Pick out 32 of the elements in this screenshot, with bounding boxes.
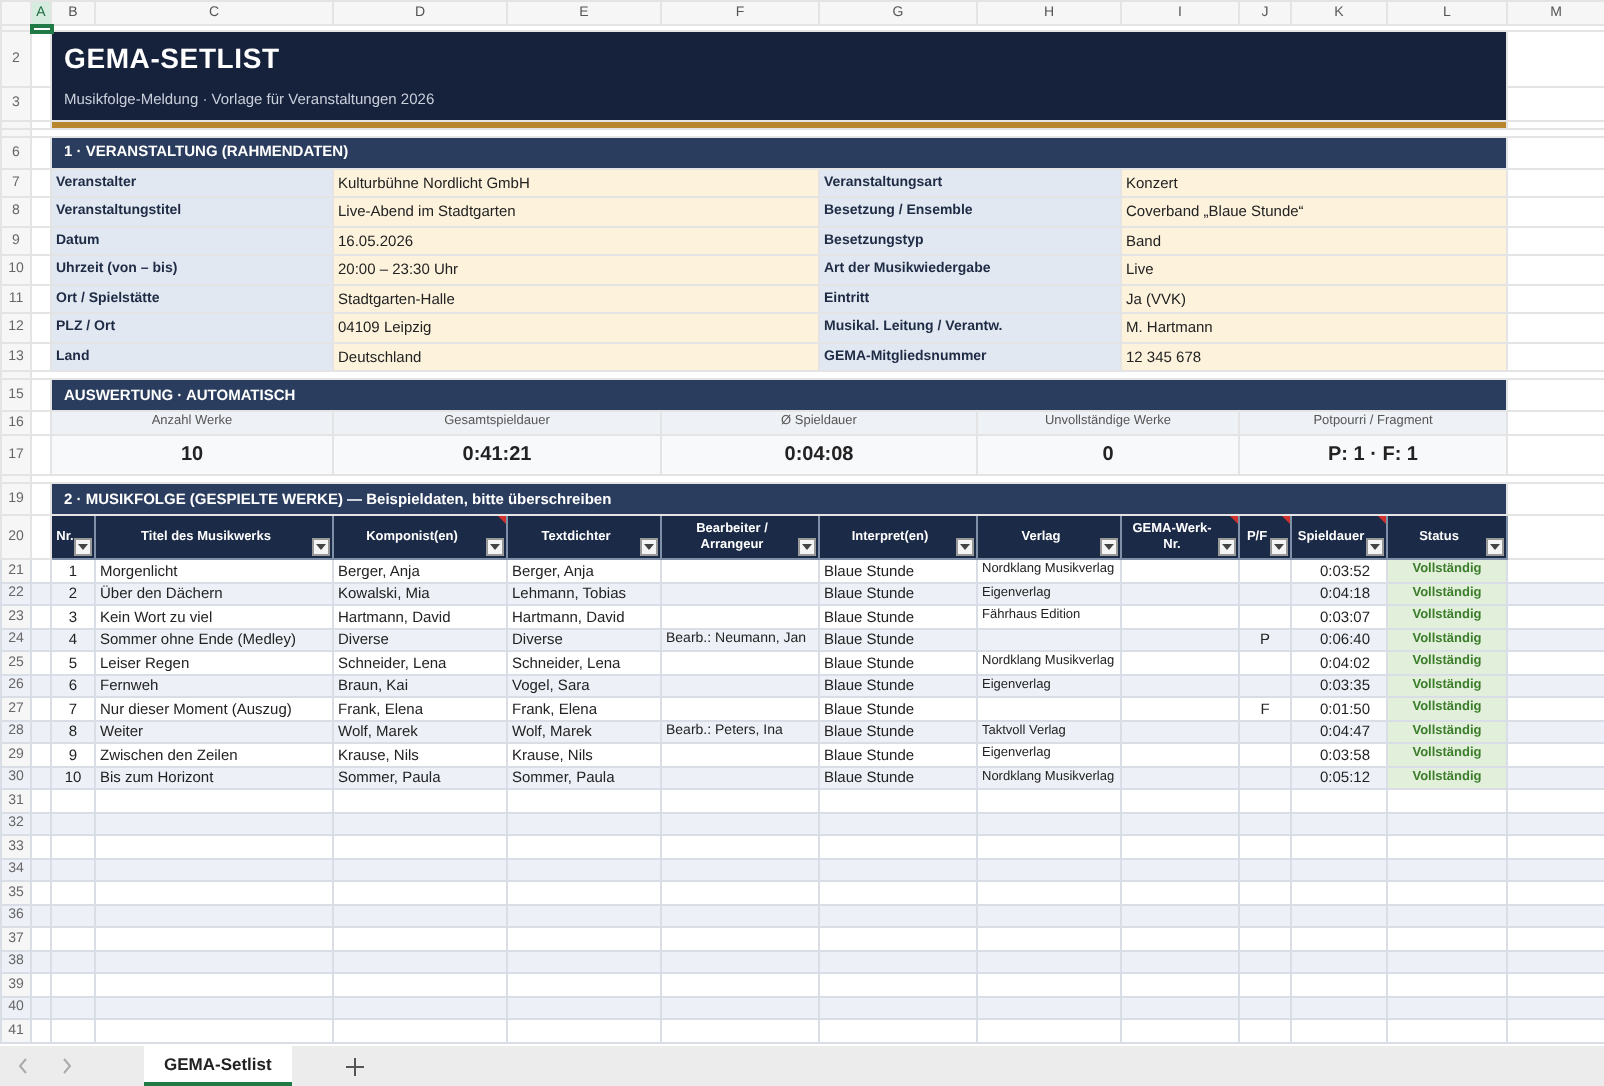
stat-value: 0: [977, 435, 1239, 475]
filter-button[interactable]: [312, 538, 330, 556]
sheet-tab[interactable]: GEMA-Setlist: [144, 1046, 292, 1086]
caret-icon: [802, 544, 812, 550]
stat-value: P: 1 · F: 1: [1239, 435, 1507, 475]
filter-button[interactable]: [1486, 538, 1504, 556]
chevron-right-icon: [61, 1058, 71, 1074]
filter-button[interactable]: [956, 538, 974, 556]
sheet-title: GEMA-SETLIST: [64, 44, 280, 72]
caret-icon: [1104, 544, 1114, 550]
filter-button[interactable]: [1100, 538, 1118, 556]
stat-value: 10: [51, 435, 333, 475]
caret-icon: [1222, 544, 1232, 550]
caret-icon: [960, 544, 970, 550]
caret-icon: [316, 544, 326, 550]
caret-icon: [1274, 544, 1284, 550]
caret-icon: [1370, 544, 1380, 550]
chevron-left-icon: [17, 1058, 27, 1074]
caret-icon: [78, 544, 88, 550]
filter-button[interactable]: [1366, 538, 1384, 556]
plus-icon: [346, 1057, 365, 1075]
stat-value: 0:41:21: [333, 435, 661, 475]
caret-icon: [490, 544, 500, 550]
filter-button[interactable]: [798, 538, 816, 556]
filter-button[interactable]: [1270, 538, 1288, 556]
filter-button[interactable]: [1218, 538, 1236, 556]
caret-icon: [644, 544, 654, 550]
filter-button[interactable]: [640, 538, 658, 556]
stat-value: 0:04:08: [661, 435, 977, 475]
filter-button[interactable]: [486, 538, 504, 556]
caret-icon: [1490, 544, 1500, 550]
filter-button[interactable]: [74, 538, 92, 556]
